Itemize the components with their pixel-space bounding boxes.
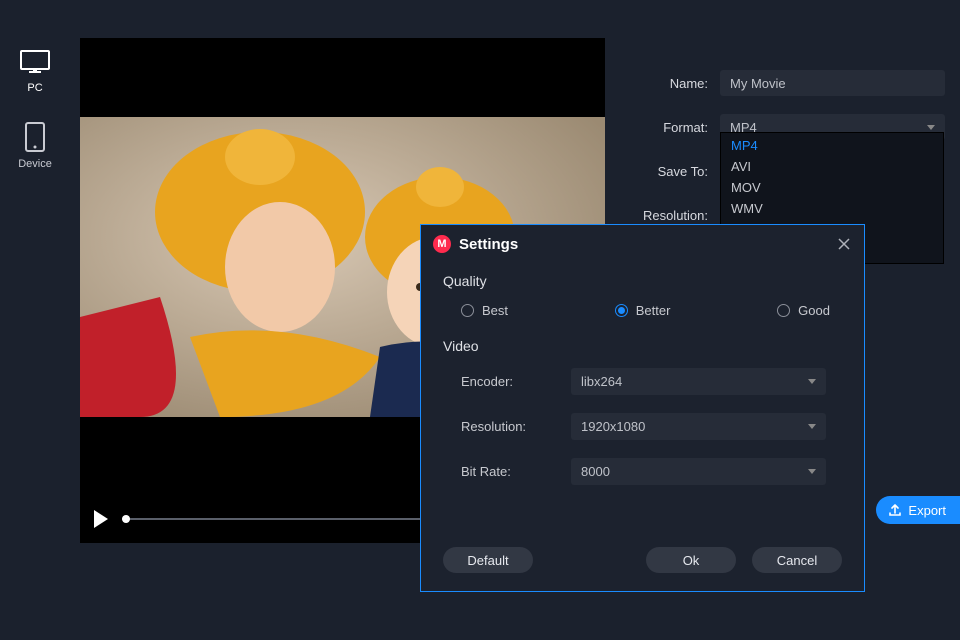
quality-option-best[interactable]: Best xyxy=(461,303,508,318)
format-option-avi[interactable]: AVI xyxy=(721,156,943,177)
radio-icon xyxy=(461,304,474,317)
format-option-wmv[interactable]: WMV xyxy=(721,198,943,219)
encoder-label: Encoder: xyxy=(461,374,571,389)
radio-icon xyxy=(615,304,628,317)
settings-title: Settings xyxy=(459,236,518,253)
format-option-mp4[interactable]: MP4 xyxy=(721,135,943,156)
quality-radio-group: Best Better Good xyxy=(443,303,842,318)
settings-footer: Default Ok Cancel xyxy=(421,547,864,591)
video-section-label: Video xyxy=(443,338,842,354)
close-button[interactable] xyxy=(838,238,850,250)
nav-item-device[interactable]: Device xyxy=(18,122,52,170)
export-button-label: Export xyxy=(908,503,946,518)
nav-item-pc[interactable]: PC xyxy=(20,50,50,94)
close-icon xyxy=(838,238,850,250)
cancel-button[interactable]: Cancel xyxy=(752,547,842,573)
default-button[interactable]: Default xyxy=(443,547,533,573)
timeline-knob[interactable] xyxy=(122,515,130,523)
bitrate-select[interactable]: 8000 xyxy=(571,458,826,485)
quality-option-good[interactable]: Good xyxy=(777,303,830,318)
format-label: Format: xyxy=(625,120,720,135)
app-logo-icon: M xyxy=(433,235,451,253)
name-label: Name: xyxy=(625,76,720,91)
export-icon xyxy=(888,503,902,517)
chevron-down-icon xyxy=(808,424,816,429)
save-to-label: Save To: xyxy=(625,164,720,179)
export-button[interactable]: Export xyxy=(876,496,960,524)
settings-modal: M Settings Quality Best Better Good Vide… xyxy=(420,224,865,592)
phone-icon xyxy=(25,122,45,152)
chevron-down-icon xyxy=(808,379,816,384)
ok-button[interactable]: Ok xyxy=(646,547,736,573)
settings-header: M Settings xyxy=(421,225,864,261)
quality-section-label: Quality xyxy=(443,273,842,289)
play-button[interactable] xyxy=(94,510,108,528)
video-resolution-select[interactable]: 1920x1080 xyxy=(571,413,826,440)
encoder-select[interactable]: libx264 xyxy=(571,368,826,395)
radio-icon xyxy=(777,304,790,317)
format-option-mov[interactable]: MOV xyxy=(721,177,943,198)
chevron-down-icon xyxy=(927,125,935,130)
nav-item-device-label: Device xyxy=(18,158,52,170)
chevron-down-icon xyxy=(808,469,816,474)
left-nav: PC Device xyxy=(0,50,70,170)
quality-option-better[interactable]: Better xyxy=(615,303,671,318)
monitor-icon xyxy=(20,50,50,76)
resolution-label: Resolution: xyxy=(625,208,720,223)
video-resolution-label: Resolution: xyxy=(461,419,571,434)
name-input[interactable]: My Movie xyxy=(720,70,945,96)
bitrate-label: Bit Rate: xyxy=(461,464,571,479)
nav-item-pc-label: PC xyxy=(27,82,42,94)
